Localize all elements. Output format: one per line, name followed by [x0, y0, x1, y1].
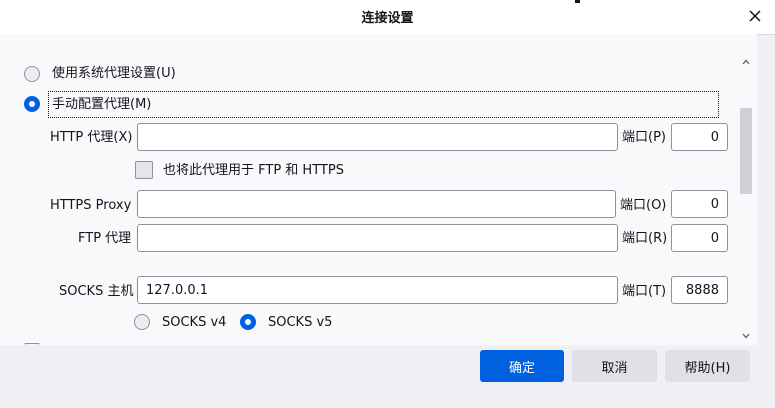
cancel-button[interactable]: 取消 [572, 350, 657, 382]
ftp-proxy-label: FTP 代理 [78, 231, 132, 246]
socks-v5-label[interactable]: SOCKS v5 [268, 315, 332, 331]
scrollbar[interactable] [737, 51, 755, 344]
http-proxy-input[interactable] [137, 123, 618, 151]
also-use-label[interactable]: 也将此代理用于 FTP 和 HTTPS [163, 163, 344, 179]
chevron-up-icon [742, 59, 750, 65]
https-proxy-input[interactable] [137, 190, 616, 218]
title-artifact [575, 0, 580, 3]
chevron-down-icon [742, 333, 750, 339]
dialog-titlebar: 连接设置 [0, 0, 775, 35]
ftp-port-input[interactable] [671, 224, 728, 252]
socks-v5-radio[interactable] [240, 314, 256, 330]
socks-v4-label[interactable]: SOCKS v4 [162, 315, 226, 331]
ok-button[interactable]: 确定 [480, 350, 564, 382]
system-proxy-radio[interactable] [24, 66, 40, 82]
proxy-settings-panel: 使用系统代理设置(U) 手动配置代理(M) HTTP 代理(X) 端口(P) 也… [0, 34, 757, 345]
manual-proxy-label[interactable]: 手动配置代理(M) [52, 97, 151, 113]
https-port-input[interactable] [671, 190, 728, 218]
https-port-label: 端口(O) [620, 198, 667, 213]
scroll-thumb[interactable] [740, 108, 752, 194]
also-use-checkbox[interactable] [135, 161, 153, 179]
http-port-input[interactable] [671, 123, 728, 151]
socks-port-input[interactable] [671, 276, 728, 304]
ftp-port-label: 端口(R) [622, 231, 668, 246]
ftp-proxy-input[interactable] [137, 224, 618, 252]
next-option-radio-partial [24, 343, 40, 345]
https-proxy-label: HTTPS Proxy [50, 198, 132, 213]
scroll-down-arrow[interactable] [741, 331, 751, 341]
socks-port-label: 端口(T) [622, 284, 667, 299]
close-icon [749, 10, 761, 22]
system-proxy-label[interactable]: 使用系统代理设置(U) [52, 66, 176, 82]
socks-v4-radio[interactable] [134, 314, 150, 330]
socks-host-input[interactable] [137, 276, 618, 304]
scroll-up-arrow[interactable] [741, 57, 751, 67]
socks-host-label: SOCKS 主机 [59, 284, 134, 299]
dialog-title: 连接设置 [361, 11, 414, 26]
manual-proxy-radio[interactable] [24, 96, 40, 112]
http-port-label: 端口(P) [622, 130, 666, 145]
help-button[interactable]: 帮助(H) [665, 350, 750, 382]
http-proxy-label: HTTP 代理(X) [50, 130, 133, 145]
close-button[interactable] [743, 4, 767, 28]
